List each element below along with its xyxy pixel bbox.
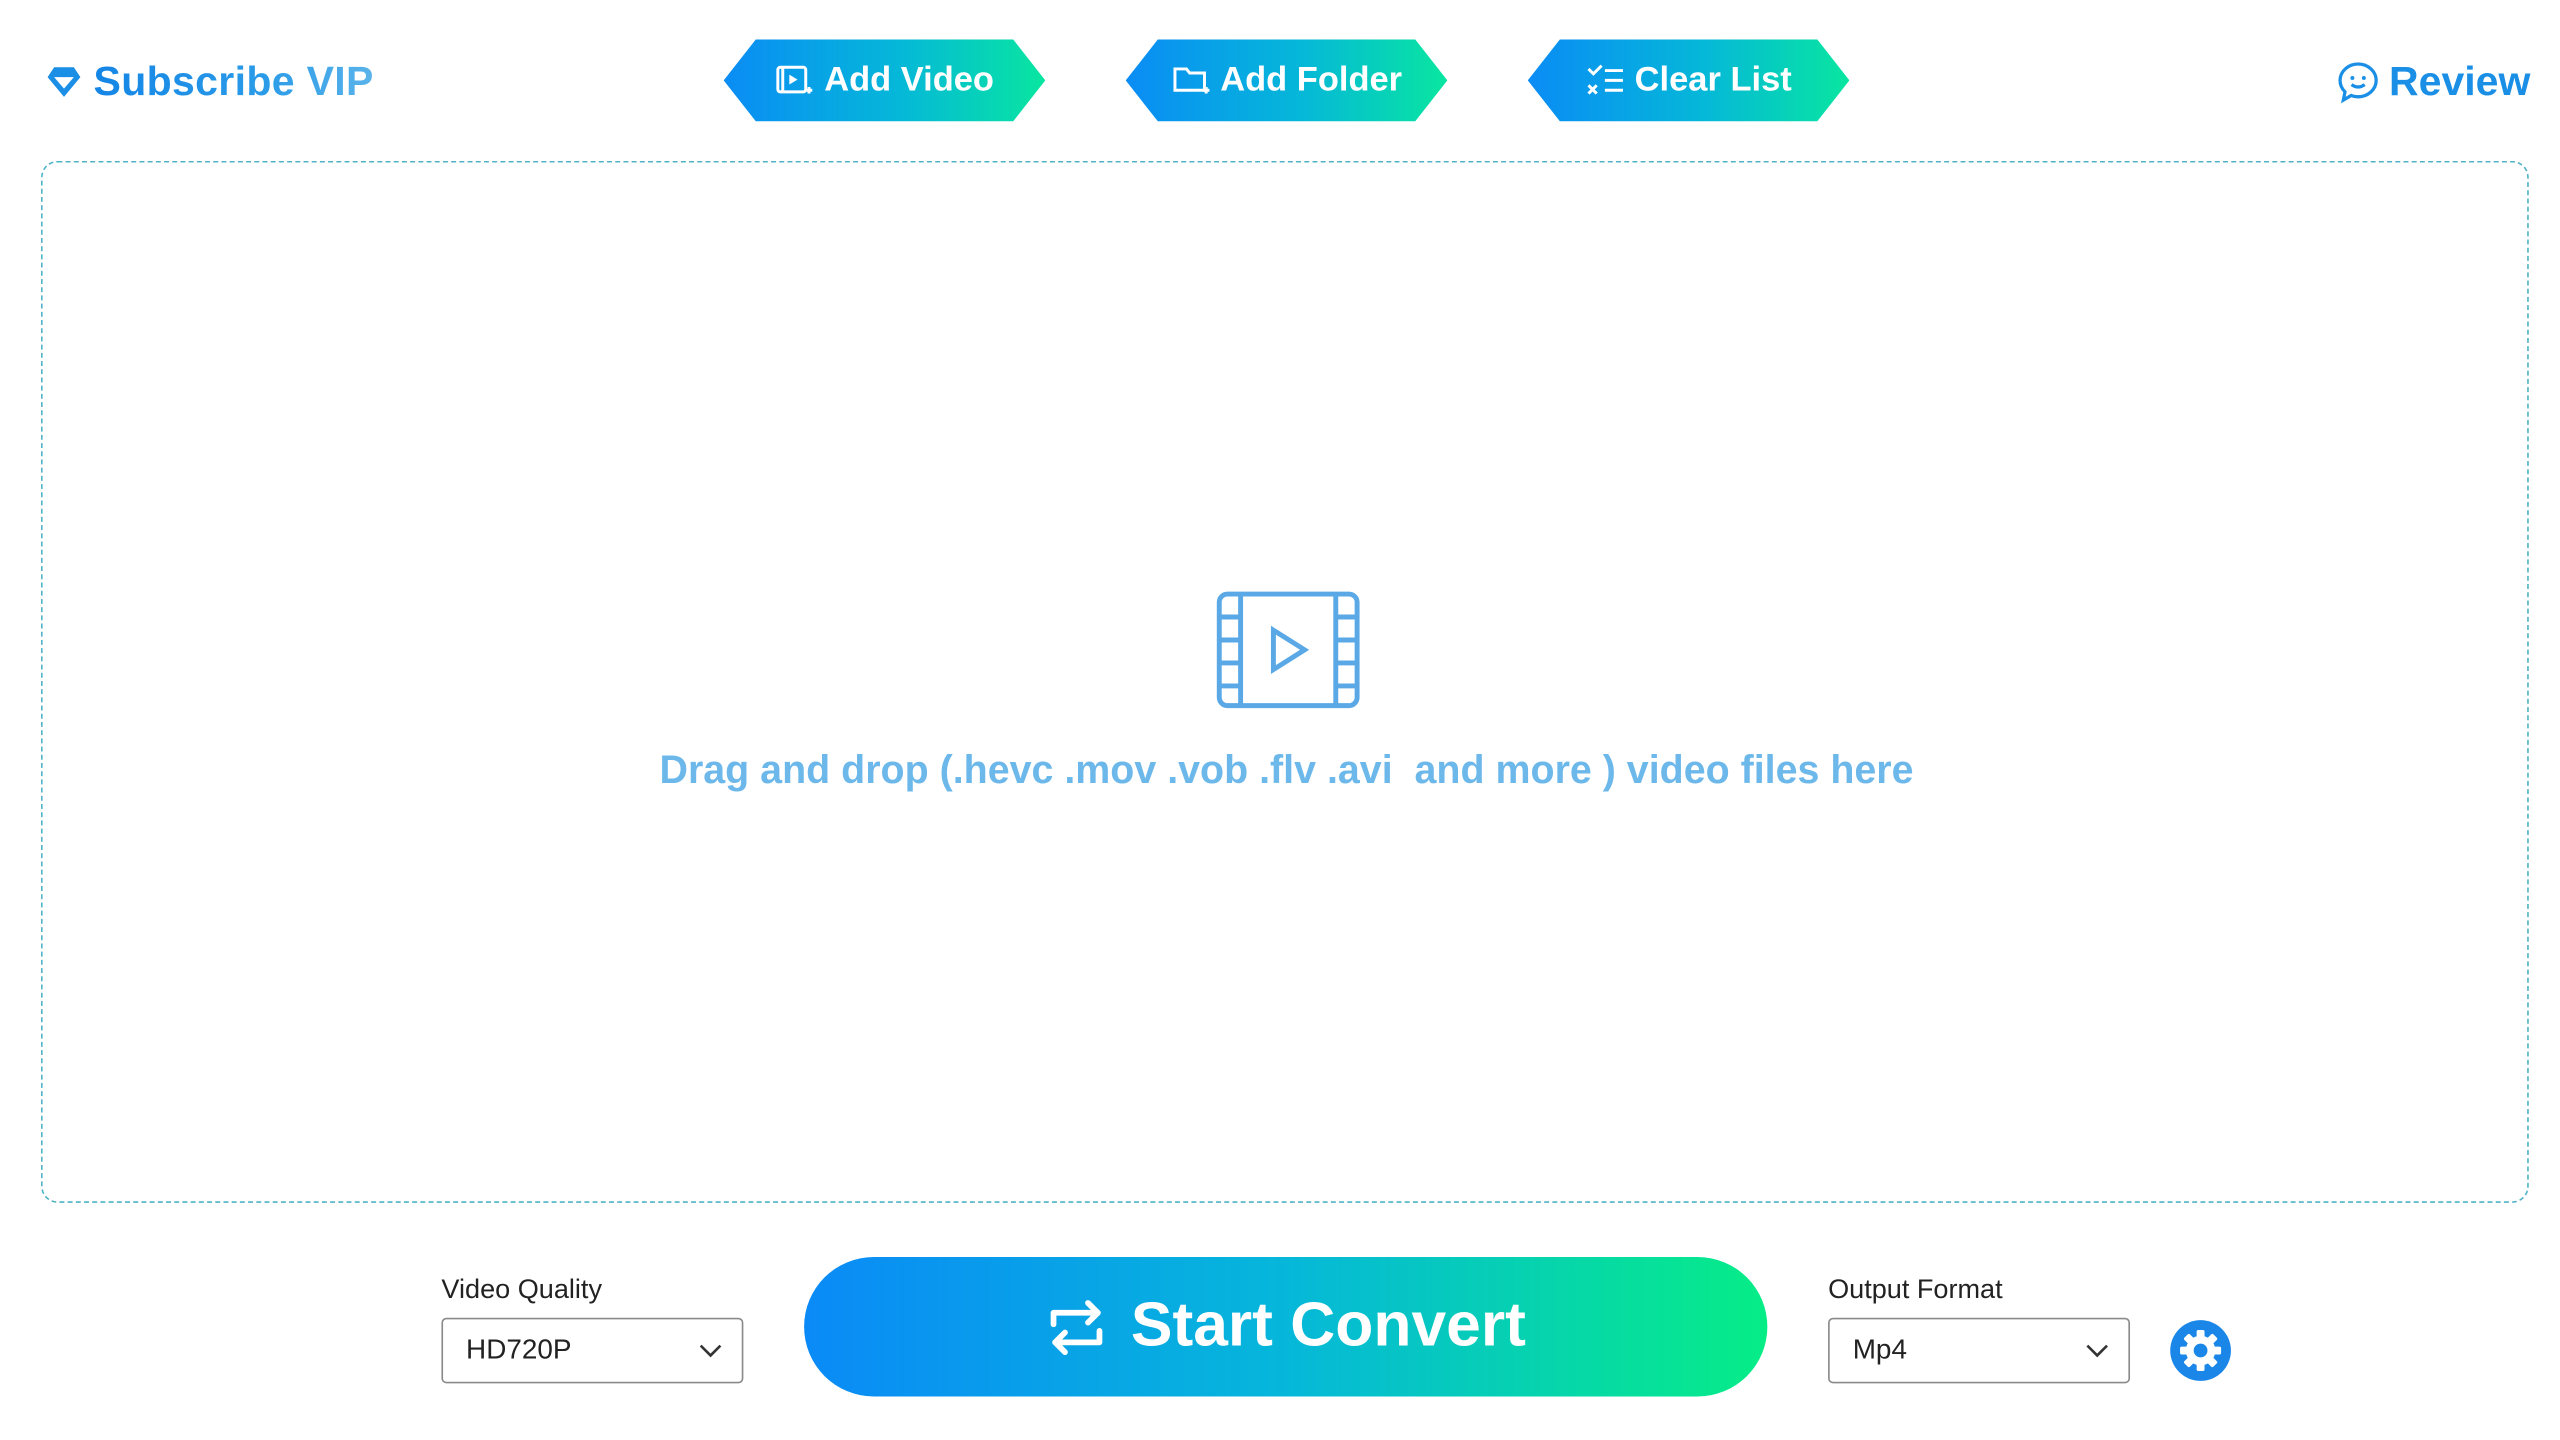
add-video-button[interactable]: Add Video: [723, 39, 1046, 122]
film-play-icon: [1216, 591, 1360, 709]
drop-zone-text: Drag and drop (.hevc .mov .vob .flv .avi…: [659, 748, 1914, 793]
output-format-label: Output Format: [1828, 1275, 2003, 1305]
video-quality-label: Video Quality: [441, 1275, 602, 1305]
folder-add-icon: [1172, 67, 1209, 94]
add-video-label: Add Video: [824, 60, 994, 99]
clear-list-button[interactable]: Clear List: [1527, 39, 1850, 122]
convert-arrows-icon: [1050, 1299, 1103, 1355]
clear-list-icon: [1587, 64, 1624, 95]
add-folder-button[interactable]: Add Folder: [1125, 39, 1448, 122]
video-quality-value: HD720P: [466, 1334, 572, 1366]
video-add-icon: [776, 65, 813, 94]
review-label: Review: [2389, 58, 2531, 105]
gear-icon[interactable]: [2169, 1319, 2231, 1381]
clear-list-label: Clear List: [1634, 60, 1792, 99]
smile-chat-icon: [2338, 62, 2378, 104]
video-quality-select[interactable]: HD720P: [441, 1317, 744, 1384]
add-folder-label: Add Folder: [1220, 60, 1403, 99]
subscribe-vip-label: Subscribe VIP: [93, 58, 374, 105]
chevron-down-icon: [699, 1344, 722, 1358]
output-format-value: Mp4: [1852, 1334, 1907, 1366]
diamond-icon: [47, 67, 81, 97]
start-convert-label: Start Convert: [1130, 1291, 1526, 1361]
review-button[interactable]: Review: [2337, 49, 2531, 115]
subscribe-vip-button[interactable]: Subscribe VIP: [44, 49, 373, 115]
app-window: Subscribe VIP Add Video Add Folder Clear…: [0, 0, 2560, 1440]
start-convert-button[interactable]: Start Convert: [804, 1257, 1768, 1397]
chevron-down-icon: [2086, 1344, 2108, 1358]
output-format-select[interactable]: Mp4: [1828, 1317, 2131, 1384]
